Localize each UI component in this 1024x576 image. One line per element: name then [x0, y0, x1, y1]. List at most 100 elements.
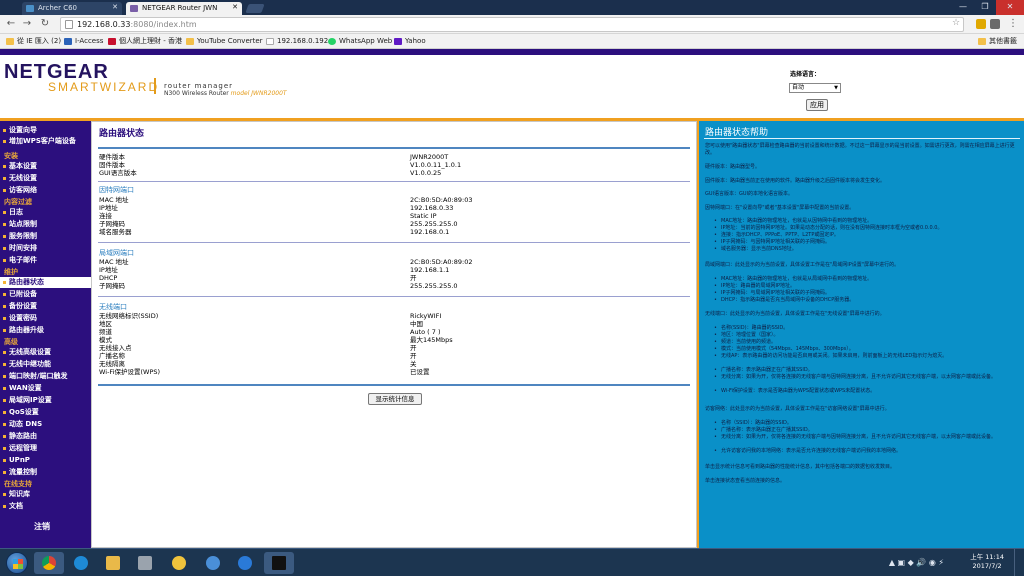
sidebar-item-setup-wizard[interactable]: 设置向导	[0, 125, 91, 136]
sidebar-item-qos[interactable]: QoS设置	[0, 407, 91, 418]
sidebar-item-static-route[interactable]: 静态路由	[0, 431, 91, 442]
browser-tab-strip: Archer C60 ✕ NETGEAR Router JWN ✕ — ❐ ✕	[0, 0, 1024, 15]
app-icon	[172, 556, 186, 570]
sidebar-item-attached[interactable]: 已附设备	[0, 289, 91, 300]
help-list-item: IP子网掩码：与因特网IP地址相关联的子网掩码。	[714, 239, 1021, 246]
clock[interactable]: 上午 11:14 2017/7/2	[970, 553, 1004, 571]
bookmark-item[interactable]: YouTube Converter	[186, 36, 263, 47]
sidebar-item-sites[interactable]: 站点限制	[0, 219, 91, 230]
taskbar-chrome[interactable]	[34, 552, 64, 574]
info-row: 模式 最大145Mbps	[99, 336, 453, 344]
divider	[98, 181, 690, 182]
sidebar-item-basic[interactable]: 基本设置	[0, 161, 91, 172]
folder-icon	[6, 38, 14, 45]
address-input[interactable]: 192.168.0.33:8080/index.htm	[60, 17, 964, 32]
taskbar-app[interactable]	[164, 552, 194, 574]
sidebar-item-router-status[interactable]: 路由器状态	[0, 277, 91, 288]
bookmark-item[interactable]: 個人網上理財 - 香港	[108, 36, 182, 47]
info-row: 广播名称开	[99, 352, 417, 360]
help-list-item: DHCP：指示路由器是否充当局域网中设备的DHCP服务器。	[714, 297, 1021, 304]
help-wireless-head: 无线端口：此处显示的为当前设置，具体设置工作是在"无线设置"屏幕中进行的。	[705, 311, 885, 317]
sidebar-item-knowledge[interactable]: 知识库	[0, 489, 91, 500]
maximize-icon[interactable]: ❐	[974, 0, 996, 15]
taskbar-cmd[interactable]	[264, 552, 294, 574]
router-manager-label: router manager	[164, 82, 234, 90]
sidebar-item-docs[interactable]: 文档	[0, 501, 91, 512]
sidebar-item-wan[interactable]: WAN设置	[0, 383, 91, 394]
sidebar-item-ddns[interactable]: 动态 DNS	[0, 419, 91, 430]
sidebar-item-upnp[interactable]: UPnP	[0, 455, 91, 466]
sidebar-item-guest[interactable]: 访客网络	[0, 185, 91, 196]
sidebar-item-backup[interactable]: 备份设置	[0, 301, 91, 312]
show-statistics-button[interactable]: 显示统计信息	[368, 393, 422, 405]
forward-icon[interactable]: →	[20, 18, 34, 29]
apply-button[interactable]: 应用	[806, 99, 828, 111]
system-tray[interactable]: ▲ ▣ ◆ 🔊 ◉ ⚡	[889, 558, 944, 567]
divider	[98, 147, 690, 149]
other-bookmarks[interactable]: 其他書籤	[978, 36, 1017, 47]
sidebar-item-remote[interactable]: 远程管理	[0, 443, 91, 454]
bookmark-star-icon[interactable]: ☆	[952, 18, 960, 28]
sidebar-item-traffic[interactable]: 流量控制	[0, 467, 91, 478]
show-desktop-button[interactable]	[1014, 549, 1024, 576]
sidebar-item-repeater[interactable]: 无线中继功能	[0, 359, 91, 370]
new-tab-button[interactable]	[245, 4, 265, 13]
language-select[interactable]: 自动 ▼	[789, 83, 841, 93]
sidebar-heading-content: 内容过滤	[4, 198, 32, 206]
sidebar-item-wps[interactable]: 增加WPS客户端设备	[0, 136, 91, 147]
sidebar-item-port-forward[interactable]: 端口映射/端口触发	[0, 371, 91, 382]
taskbar-explorer[interactable]	[98, 552, 128, 574]
page-icon	[65, 20, 73, 29]
divider	[98, 296, 690, 297]
tab-netgear[interactable]: NETGEAR Router JWN ✕	[126, 2, 242, 15]
bookmark-item[interactable]: 192.168.0.192	[266, 36, 328, 47]
close-tab-icon[interactable]: ✕	[112, 3, 118, 11]
help-list-item: IP子网掩码：与局域网IP地址相关联的子网掩码。	[714, 290, 1021, 297]
folder-icon	[106, 556, 120, 570]
sidebar-heading-setup: 安装	[4, 152, 18, 160]
page-icon	[266, 38, 274, 45]
extension-icon[interactable]	[976, 19, 986, 29]
back-icon[interactable]: ←	[4, 18, 18, 29]
minimize-icon[interactable]: —	[952, 0, 974, 15]
close-tab-icon[interactable]: ✕	[232, 3, 238, 11]
taskbar-app[interactable]	[198, 552, 228, 574]
sidebar-item-logs[interactable]: 日志	[0, 207, 91, 218]
bookmarks-bar: 從 IE 匯入 (2) I-Access 個人網上理財 - 香港 YouTube…	[0, 34, 1024, 49]
sidebar-item-lan-ip[interactable]: 局域网IP设置	[0, 395, 91, 406]
info-row: IP地址 192.168.1.1	[99, 266, 450, 274]
section-title-wireless: 无线端口	[99, 303, 127, 311]
tab-archer[interactable]: Archer C60 ✕	[22, 2, 122, 15]
close-window-icon[interactable]: ✕	[996, 0, 1024, 15]
taskbar-ie[interactable]	[66, 552, 96, 574]
bookmark-item[interactable]: 從 IE 匯入 (2)	[6, 36, 61, 47]
help-stats-note: 单击显示统计信息可看到路由器的性能统计信息，其中包括各端口的数据包收发数目。	[705, 464, 896, 470]
sidebar-item-wireless[interactable]: 无线设置	[0, 173, 91, 184]
menu-icon[interactable]: ⋮	[1006, 18, 1020, 29]
taskbar-app[interactable]	[230, 552, 260, 574]
clock-time: 上午 11:14	[970, 553, 1004, 561]
divider	[704, 138, 1020, 139]
sidebar-item-email[interactable]: 电子邮件	[0, 255, 91, 266]
taskbar-media[interactable]	[130, 552, 160, 574]
help-lan-head: 局域网端口：此处显示的为当前设置，具体设置工作是在"局域网IP设置"屏幕中进行的…	[705, 262, 900, 268]
info-row: 子网掩码 255.255.255.0	[99, 220, 458, 228]
bookmark-item[interactable]: WhatsApp Web	[328, 36, 392, 47]
sidebar-item-wireless-adv[interactable]: 无线高级设置	[0, 347, 91, 358]
extension-icon[interactable]	[990, 19, 1000, 29]
bookmark-item[interactable]: Yahoo	[394, 36, 426, 47]
help-panel: 路由器状态帮助 您可以使用"路由器状态"屏幕检查路由器的当前设置和统计数据。不过…	[697, 121, 1024, 548]
folder-icon	[186, 38, 194, 45]
sidebar-item-upgrade[interactable]: 路由器升级	[0, 325, 91, 336]
logout-button[interactable]: 注销	[34, 521, 50, 532]
sidebar-item-schedule[interactable]: 时间安排	[0, 243, 91, 254]
bookmark-item[interactable]: I-Access	[64, 36, 103, 47]
reload-icon[interactable]: ↻	[38, 18, 52, 29]
start-button[interactable]	[6, 552, 28, 574]
sidebar-item-password[interactable]: 设置密码	[0, 313, 91, 324]
sidebar-item-services[interactable]: 服务限制	[0, 231, 91, 242]
help-list-item: MAC地址：路由器的物理地址，也就是从因特网中看到的物理地址。	[714, 218, 1021, 225]
help-fw: 固件版本：路由器当前正在使用的软件。路由器升级之后固件版本将会发生变化。	[705, 178, 886, 184]
divider	[98, 242, 690, 243]
help-list-item: 广播名称：表示路由器正在广播其SSID。	[714, 427, 1021, 434]
